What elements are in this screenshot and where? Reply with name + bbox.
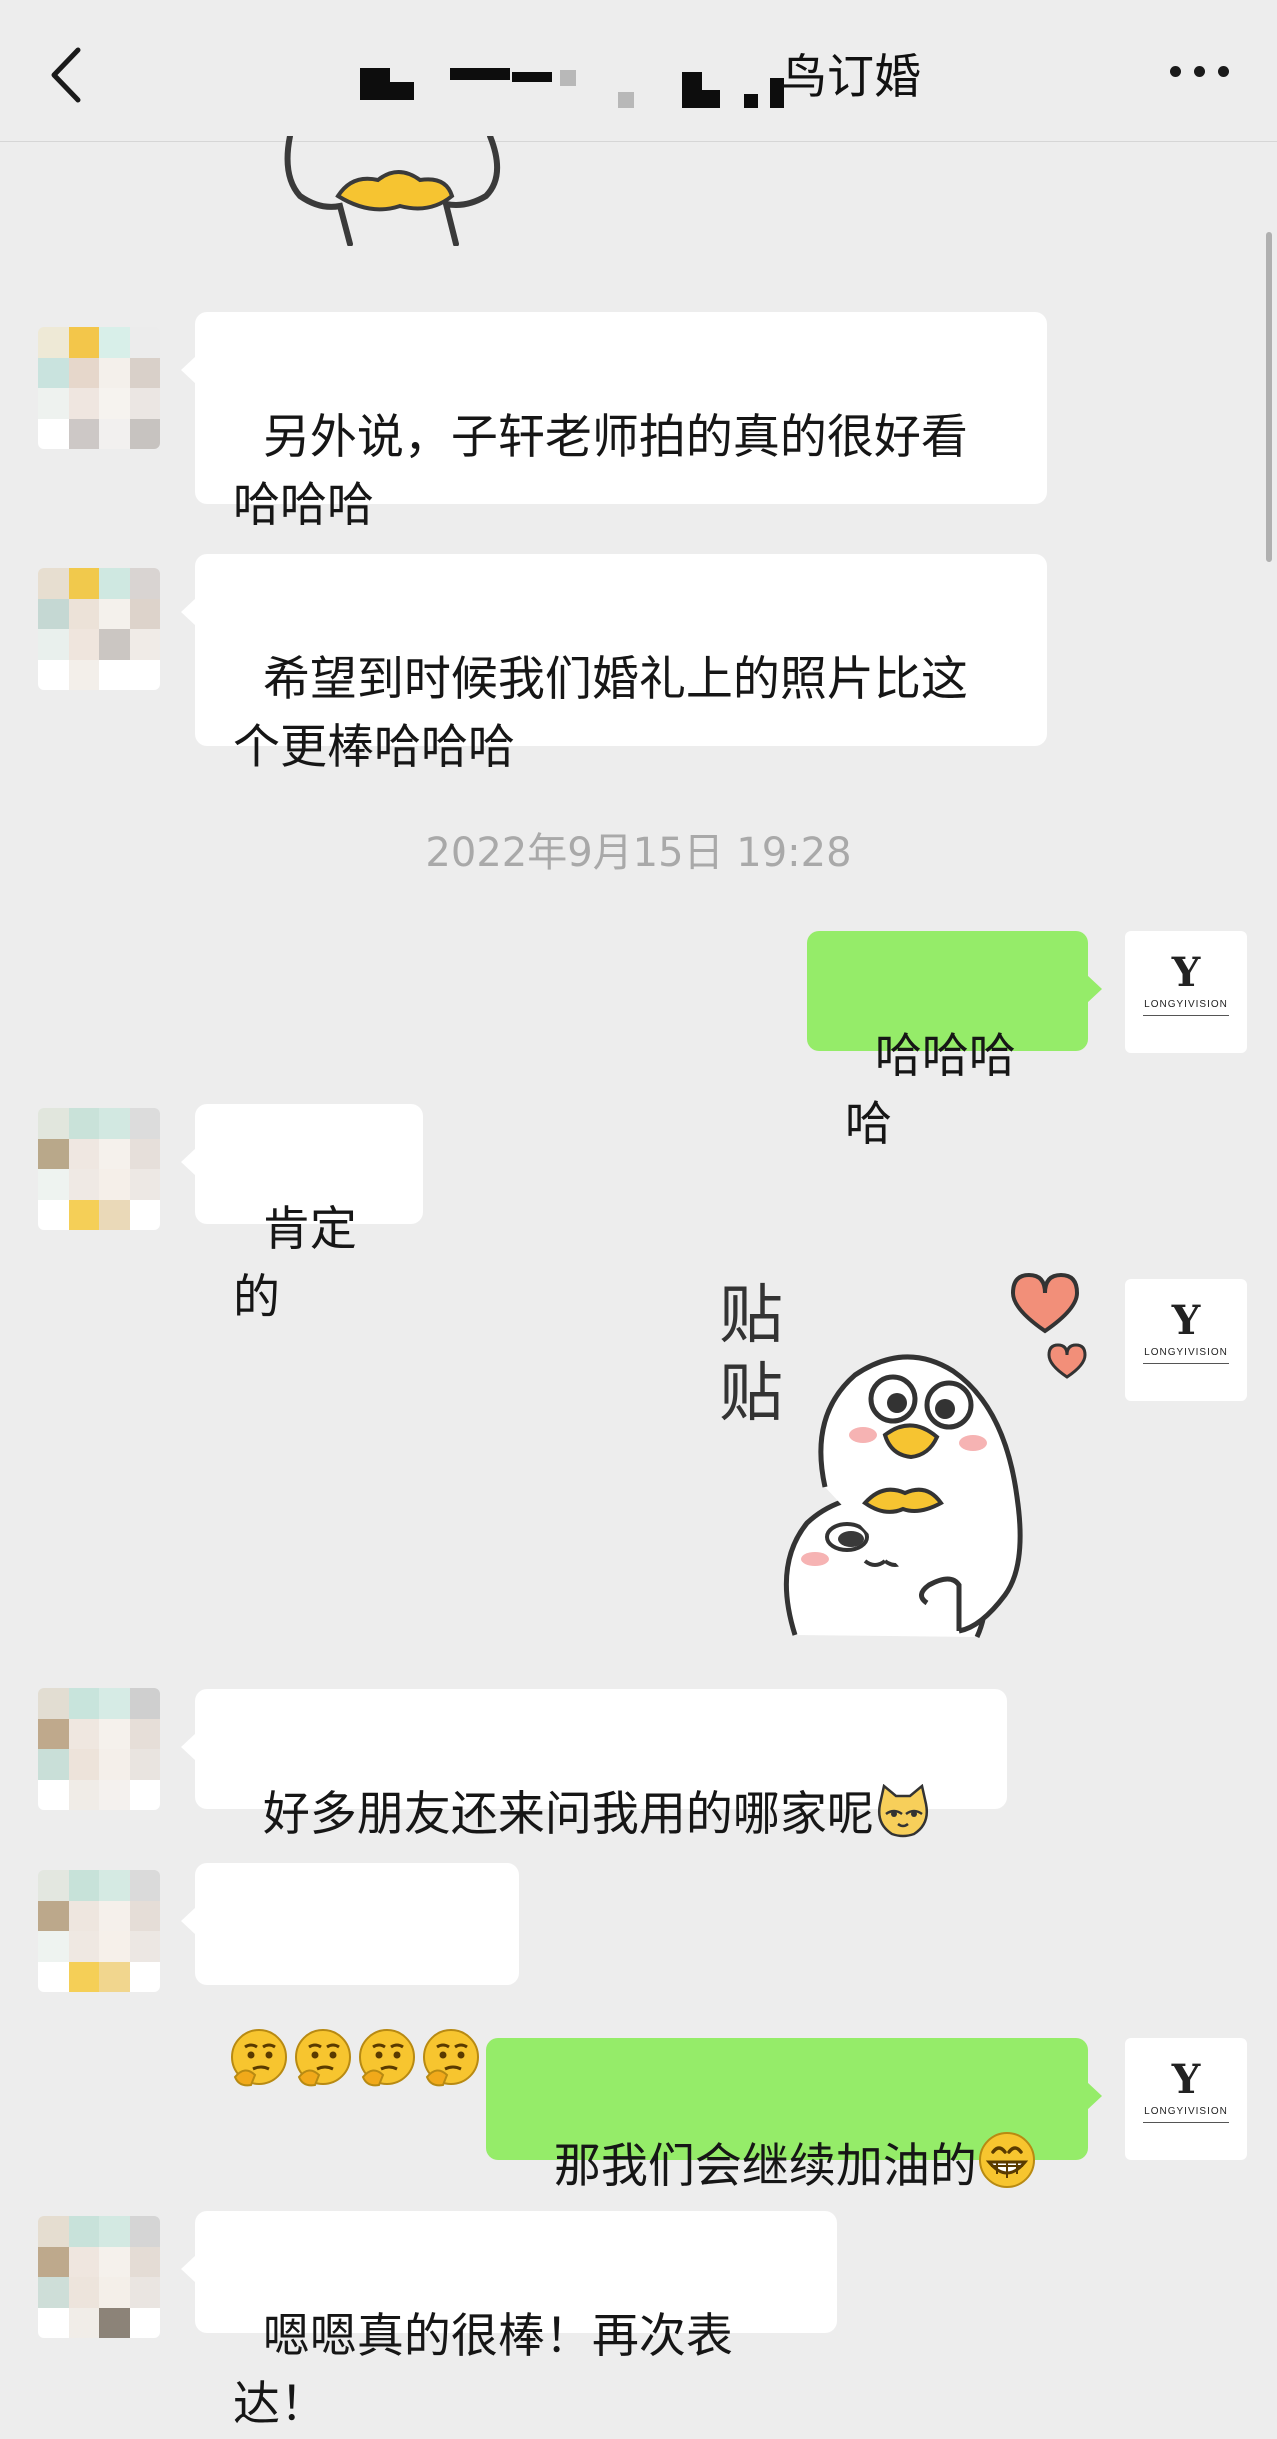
message-text: 嗯嗯真的很棒！再次表达！ xyxy=(233,2309,733,2432)
brand-logo-mark: Y xyxy=(1171,2056,1201,2103)
message-text: 希望到时候我们婚礼上的照片比这个更棒哈哈哈 xyxy=(233,652,968,775)
message-bubble[interactable]: 希望到时候我们婚礼上的照片比这个更棒哈哈哈 xyxy=(181,554,1047,775)
message-text: 好多朋友还来问我用的哪家呢 xyxy=(262,1787,874,1842)
contact-avatar[interactable] xyxy=(38,1870,160,1992)
duck-hug-sticker[interactable]: 贴 贴 xyxy=(715,1265,1090,1640)
message-bubble[interactable] xyxy=(181,1863,519,2087)
message-text: 那我们会继续加油的 xyxy=(553,2139,977,2194)
chat-timestamp: 2022年9月15日 19:28 xyxy=(425,830,852,876)
brand-avatar[interactable]: Y LONGYIVISION xyxy=(1125,2038,1247,2160)
contact-avatar[interactable] xyxy=(38,1108,160,1230)
brand-avatar[interactable]: Y LONGYIVISION xyxy=(1125,931,1247,1053)
message-bubble[interactable]: 好多朋友还来问我用的哪家呢 xyxy=(181,1689,1007,1842)
message-bubble[interactable]: 那我们会继续加油的 xyxy=(486,2038,1102,2194)
brand-logo-name: LONGYIVISION xyxy=(1144,999,1228,1010)
brand-logo-mark: Y xyxy=(1171,949,1201,996)
scrollbar[interactable] xyxy=(1266,232,1272,562)
cat-face-emoji xyxy=(877,1784,928,1838)
chat-title-text: 鸟订婚 xyxy=(780,50,921,105)
message-text: 哈哈哈哈 xyxy=(845,1029,1016,1152)
contact-avatar[interactable] xyxy=(38,327,160,449)
contact-avatar[interactable] xyxy=(38,568,160,690)
message-bubble[interactable]: 嗯嗯真的很棒！再次表达！ xyxy=(181,2211,837,2432)
grinning-face-emoji xyxy=(978,2132,1035,2188)
chat-header: 鸟订婚 xyxy=(0,0,1277,142)
message-bubble[interactable]: 肯定的 xyxy=(181,1104,423,1325)
sticker-text: 贴 xyxy=(719,1279,783,1353)
thinking-face-emoji xyxy=(230,2028,480,2087)
brand-logo-mark: Y xyxy=(1171,1297,1201,1344)
message-text: 肯定的 xyxy=(233,1202,357,1325)
partial-sticker xyxy=(284,136,501,246)
chevron-left-icon[interactable] xyxy=(40,40,100,110)
contact-avatar[interactable] xyxy=(38,2216,160,2338)
chat-title: 鸟订婚 xyxy=(360,38,921,118)
brand-logo-name: LONGYIVISION xyxy=(1144,1347,1228,1358)
svg-text:贴: 贴 xyxy=(719,1357,783,1431)
ellipsis-icon[interactable] xyxy=(1160,58,1240,88)
message-text: 另外说，子轩老师拍的真的很好看哈哈哈 xyxy=(233,410,968,533)
message-bubble[interactable]: 另外说，子轩老师拍的真的很好看哈哈哈 xyxy=(181,312,1047,533)
brand-avatar[interactable]: Y LONGYIVISION xyxy=(1125,1279,1247,1401)
message-bubble[interactable]: 哈哈哈哈 xyxy=(807,931,1102,1152)
brand-logo-name: LONGYIVISION xyxy=(1144,2106,1228,2117)
contact-avatar[interactable] xyxy=(38,1688,160,1810)
